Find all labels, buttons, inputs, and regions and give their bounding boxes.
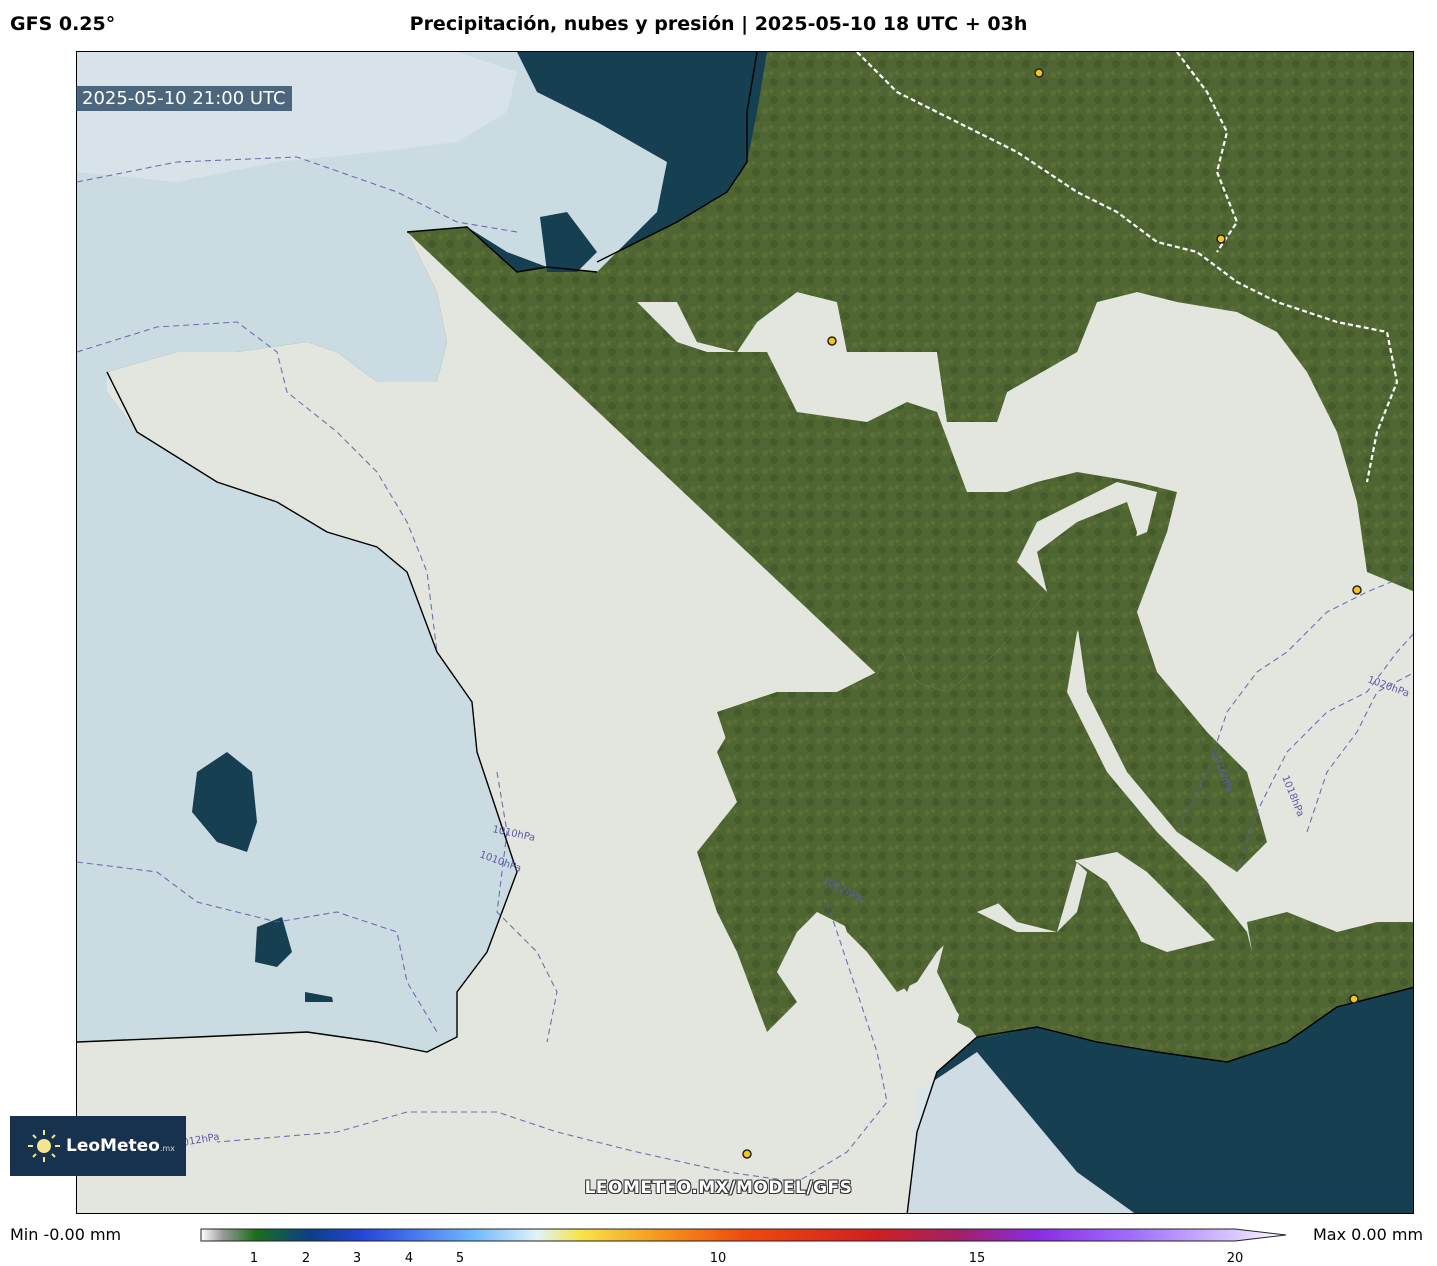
colorbar-tick: 3 — [352, 1251, 362, 1266]
colorbar-tick: 4 — [404, 1251, 414, 1266]
logo-text: LeoMeteo.mx — [66, 1136, 175, 1156]
legend-max-label: Max 0.00 mm — [1313, 1225, 1424, 1244]
colorbar-tick: 5 — [455, 1251, 465, 1266]
city-marker — [1352, 585, 1362, 595]
chart-title: Precipitación, nubes y presión | 2025-05… — [409, 13, 1028, 35]
watermark: LEOMETEO.MX/MODEL/GFS — [584, 1178, 853, 1198]
city-marker — [742, 1149, 752, 1159]
sun-icon — [28, 1130, 60, 1162]
colorbar-tick: 1 — [249, 1251, 259, 1266]
legend-min-label: Min -0.00 mm — [10, 1225, 122, 1244]
colorbar-tick: 2 — [301, 1251, 311, 1266]
city-marker — [827, 336, 837, 346]
colorbar-tick: 20 — [1226, 1251, 1244, 1266]
map-canvas: 1010hPa 1010hPa 1012hPa 1016hPa 1018hPa … — [77, 52, 1413, 1213]
city-marker — [1034, 68, 1044, 78]
leometeo-logo[interactable]: LeoMeteo.mx — [10, 1116, 186, 1176]
weather-map[interactable]: 1010hPa 1010hPa 1012hPa 1016hPa 1018hPa … — [76, 51, 1414, 1214]
valid-time-label: 2025-05-10 21:00 UTC — [76, 86, 292, 111]
precipitation-colorbar — [200, 1228, 1287, 1242]
colorbar-tick: 15 — [968, 1251, 986, 1266]
colorbar-tick: 10 — [709, 1251, 727, 1266]
city-marker — [1349, 994, 1359, 1004]
city-marker — [1216, 234, 1226, 244]
